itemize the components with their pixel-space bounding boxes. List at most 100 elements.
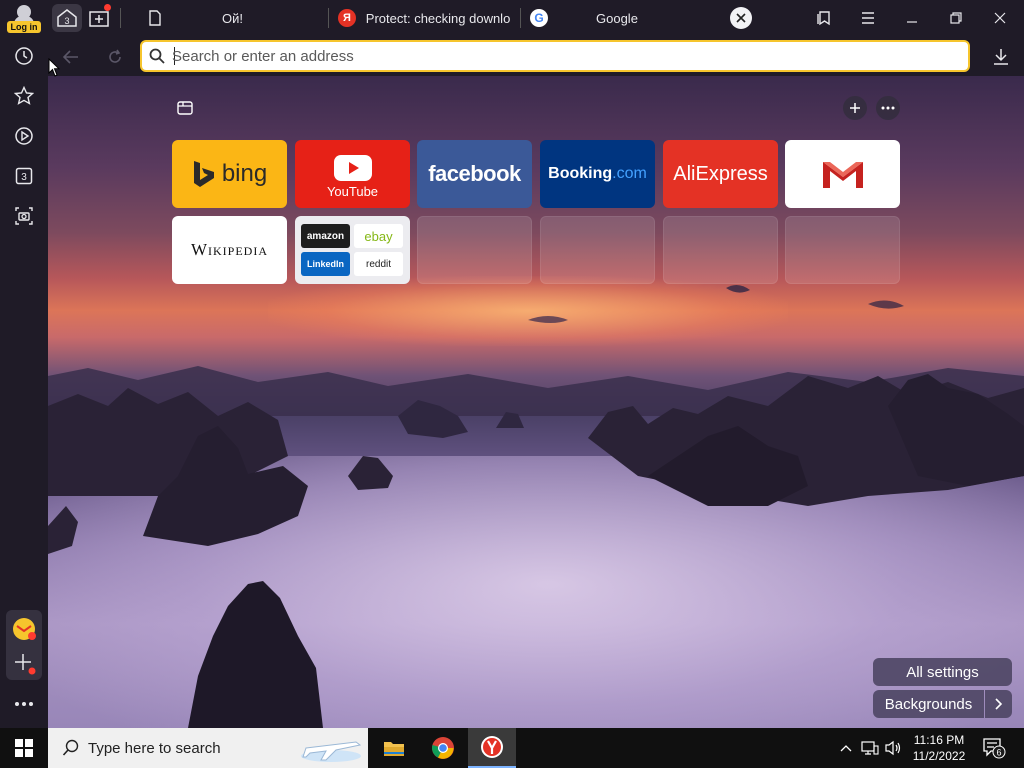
clock-icon: [15, 47, 33, 65]
taskbar-search-placeholder: Type here to search: [88, 739, 221, 757]
tile-label: Booking: [548, 165, 613, 182]
tab-protect[interactable]: Я Protect: checking downlo: [334, 0, 512, 36]
clock-date: 11/2/2022: [912, 749, 966, 763]
tab-title: Google: [596, 10, 638, 26]
taskbar-file-explorer[interactable]: [370, 728, 418, 768]
tile-youtube[interactable]: YouTube: [295, 140, 410, 208]
close-window-button[interactable]: [978, 0, 1022, 36]
tile-aliexpress[interactable]: AliExpress: [663, 140, 778, 208]
star-icon: [14, 86, 34, 105]
plus-icon: [15, 654, 36, 675]
tile-facebook[interactable]: facebook: [417, 140, 532, 208]
camera-icon: [15, 207, 33, 225]
taskbar-chrome[interactable]: [419, 728, 467, 768]
address-input[interactable]: [172, 44, 968, 68]
tile-label: AliExpress: [673, 162, 768, 185]
close-tab-button[interactable]: [730, 7, 752, 29]
tile-empty-slot[interactable]: [540, 216, 655, 284]
tile-label: YouTube: [326, 184, 379, 199]
dashboard-menu-button[interactable]: [876, 96, 900, 120]
yandex-favicon-icon: Я: [338, 9, 356, 27]
taskbar-yandex-browser[interactable]: [468, 728, 516, 768]
start-button[interactable]: [0, 728, 48, 768]
tab-title: Ой!: [222, 10, 243, 26]
booking-logo: Booking.com: [548, 165, 647, 183]
collections-count: 3: [21, 172, 27, 183]
restore-button[interactable]: [934, 0, 978, 36]
back-arrow-icon: [63, 50, 78, 64]
tile-empty-slot[interactable]: [663, 216, 778, 284]
mini-tile-reddit[interactable]: reddit: [354, 252, 403, 276]
mini-tile-label: LinkedIn: [306, 259, 344, 269]
mail-app-icon: [13, 618, 36, 640]
tile-wikipedia[interactable]: Wikipedia: [172, 216, 287, 284]
account-button[interactable]: Log in: [6, 3, 42, 35]
windows-logo-icon: [15, 739, 33, 757]
close-icon: [736, 13, 746, 23]
bookmarks-panel-icon: [817, 11, 830, 26]
tabs-toggle-button[interactable]: [172, 96, 198, 120]
tile-empty-slot[interactable]: [785, 216, 900, 284]
yandex-browser-icon: [481, 736, 503, 758]
tile-gmail[interactable]: [785, 140, 900, 208]
youtube-play-icon: [333, 155, 372, 181]
tile-label-suffix: .com: [612, 165, 647, 182]
mini-tile-amazon[interactable]: amazon: [301, 224, 350, 248]
video-button[interactable]: [10, 122, 38, 150]
tab-divider: [520, 8, 521, 28]
taskbar-search-box[interactable]: Type here to search: [48, 728, 368, 768]
network-button[interactable]: [860, 738, 880, 758]
tab-google[interactable]: G Google: [526, 0, 716, 36]
menu-button[interactable]: [846, 0, 890, 36]
reload-icon: [109, 49, 121, 63]
mini-tile-label: ebay: [364, 228, 393, 244]
search-highlight-airplane-icon: [301, 741, 362, 762]
tile-label: Wikipedia: [190, 240, 269, 259]
notifications-icon: 6: [983, 738, 1006, 759]
user-icon: [14, 5, 34, 24]
tile-booking[interactable]: Booking.com: [540, 140, 655, 208]
mini-tile-label: reddit: [365, 258, 391, 270]
tabs-overview-button[interactable]: 3: [52, 4, 82, 32]
reload-button[interactable]: [102, 44, 128, 70]
home-tabs-icon: 3: [57, 9, 77, 27]
tile-bing[interactable]: bing: [172, 140, 287, 208]
tab-oops[interactable]: Ой!: [140, 0, 320, 36]
more-apps-button[interactable]: [10, 690, 38, 718]
bookmarks-panel-button[interactable]: [802, 0, 846, 36]
mini-tile-linkedin[interactable]: LinkedIn: [301, 252, 350, 276]
tile-group[interactable]: amazon ebay LinkedIn reddit: [295, 216, 410, 284]
mini-tile-ebay[interactable]: ebay: [354, 224, 403, 248]
minimize-icon: [907, 21, 917, 23]
taskbar-clock[interactable]: 11:16 PM 11/2/2022: [908, 732, 970, 764]
bookmarks-button[interactable]: [10, 82, 38, 110]
yandex-mail-button[interactable]: [11, 616, 37, 642]
bing-logo: bing: [192, 159, 267, 189]
back-button[interactable]: [58, 44, 84, 70]
history-button[interactable]: [10, 42, 38, 70]
add-app-button[interactable]: [11, 650, 37, 676]
all-settings-button[interactable]: All settings: [873, 658, 1012, 686]
close-icon: [994, 12, 1006, 24]
show-hidden-icons-button[interactable]: [836, 738, 856, 758]
add-tile-button[interactable]: [843, 96, 867, 120]
sidebar-apps-panel: [6, 610, 42, 680]
minimize-button[interactable]: [890, 0, 934, 36]
collections-icon: 3: [15, 167, 33, 185]
gmail-icon: [822, 162, 863, 188]
downloads-button[interactable]: [988, 44, 1014, 70]
all-settings-label: All settings: [906, 663, 979, 681]
collections-button[interactable]: 3: [10, 162, 38, 190]
tile-empty-slot[interactable]: [417, 216, 532, 284]
next-background-button[interactable]: [985, 690, 1012, 718]
restore-icon: [950, 12, 962, 24]
screenshot-button[interactable]: [10, 202, 38, 230]
play-icon: [15, 127, 33, 145]
network-icon: [861, 741, 879, 755]
window-icon: [177, 101, 193, 115]
address-bar[interactable]: [140, 40, 970, 72]
action-center-button[interactable]: 6: [982, 738, 1006, 759]
backgrounds-button[interactable]: Backgrounds: [873, 690, 984, 718]
volume-button[interactable]: [884, 738, 904, 758]
search-icon: [62, 739, 79, 756]
